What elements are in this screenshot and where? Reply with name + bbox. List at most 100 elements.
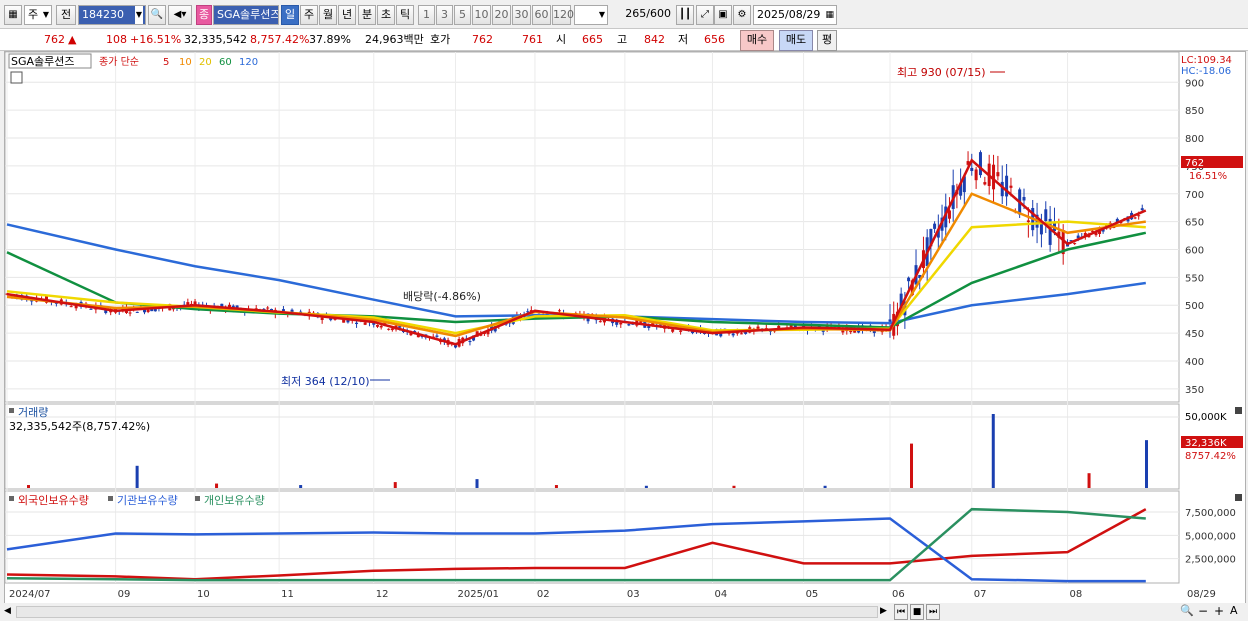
candle-body bbox=[557, 310, 561, 312]
search-icon[interactable]: 🔍 bbox=[148, 5, 166, 25]
stock-code-input[interactable]: 184230 ▼ bbox=[78, 5, 146, 25]
price-tick-label: 400 bbox=[1185, 357, 1204, 368]
candle-body bbox=[69, 306, 73, 308]
tab-second[interactable]: 초 bbox=[377, 5, 395, 25]
volume-value-label: 32,335,542주(8,757.42%) bbox=[9, 420, 150, 433]
period-5[interactable]: 5 bbox=[454, 5, 471, 25]
volume-bar bbox=[991, 414, 995, 488]
volume-value: 32,335,542 bbox=[184, 33, 247, 46]
plus-icon[interactable]: + bbox=[1214, 604, 1226, 618]
candle-body bbox=[888, 319, 892, 322]
candle-body bbox=[947, 210, 951, 219]
chevron-down-icon: ▼ bbox=[42, 10, 49, 19]
speaker-icon[interactable]: ◀▾ bbox=[168, 5, 192, 25]
volume-current-axis: 32,336K bbox=[1185, 438, 1227, 449]
font-size-icon[interactable]: A bbox=[1230, 604, 1242, 618]
calendar-icon: ▦ bbox=[825, 10, 834, 20]
candle-body bbox=[387, 328, 391, 330]
stock-name-field[interactable]: SGA솔루션즈 bbox=[213, 5, 279, 25]
candle-body bbox=[1044, 209, 1048, 222]
up-arrow-icon: ▲ bbox=[68, 33, 77, 46]
candle-body bbox=[89, 308, 93, 310]
volume-bar bbox=[27, 485, 30, 488]
period-custom-select[interactable]: ▼ bbox=[574, 5, 608, 25]
scroll-left-icon[interactable]: ◀ bbox=[4, 605, 14, 617]
close-panel-icon[interactable] bbox=[1235, 407, 1242, 414]
candle-body bbox=[1140, 208, 1144, 211]
candle-body bbox=[1073, 243, 1077, 245]
buy-button[interactable]: 매수 bbox=[740, 30, 774, 51]
candle-body bbox=[731, 333, 735, 336]
candle-body bbox=[627, 324, 631, 326]
tab-minute[interactable]: 분 bbox=[358, 5, 376, 25]
volume-title: 거래량 bbox=[18, 406, 48, 419]
price-change-pct: +16.51% bbox=[130, 33, 182, 46]
period-3[interactable]: 3 bbox=[436, 5, 453, 25]
pyeong-button[interactable]: 평 bbox=[817, 30, 837, 51]
gear-icon[interactable]: ⚙ bbox=[733, 5, 751, 25]
close-panel-icon[interactable] bbox=[1235, 494, 1242, 501]
chart-svg: 3504004505005506006507007508008509002,50… bbox=[4, 51, 1243, 600]
candle-body bbox=[907, 277, 911, 282]
grid-icon[interactable]: ▦ bbox=[4, 5, 22, 25]
count-display[interactable]: 265/600 bbox=[612, 5, 674, 25]
x-axis-label: 05 bbox=[806, 589, 819, 600]
count-total: /600 bbox=[646, 7, 671, 20]
sell-button[interactable]: 매도 bbox=[779, 30, 813, 51]
stop-icon[interactable]: ■ bbox=[910, 604, 924, 620]
price-panel bbox=[4, 51, 1180, 403]
volume-pct: 8,757.42% bbox=[250, 33, 310, 46]
zoom-icon[interactable]: 🔍 bbox=[1180, 604, 1194, 618]
period-10[interactable]: 10 bbox=[472, 5, 491, 25]
period-60[interactable]: 60 bbox=[532, 5, 551, 25]
candle-icon[interactable]: ┃┃ bbox=[676, 5, 694, 25]
candle-body bbox=[970, 167, 974, 172]
volume-bar bbox=[215, 483, 219, 488]
x-axis-label: 07 bbox=[974, 589, 987, 600]
period-120[interactable]: 120 bbox=[552, 5, 574, 25]
stock-code-value: 184230 bbox=[82, 8, 124, 21]
period-1[interactable]: 1 bbox=[418, 5, 435, 25]
tab-day[interactable]: 일 bbox=[281, 5, 299, 25]
first-icon[interactable]: ⏮ bbox=[894, 604, 908, 620]
period-20[interactable]: 20 bbox=[492, 5, 511, 25]
open-label: 시 bbox=[556, 33, 567, 46]
candle-body bbox=[1022, 196, 1026, 201]
prev-button[interactable]: 전 bbox=[56, 5, 76, 25]
main-select[interactable]: 주 ▼ bbox=[24, 5, 52, 25]
x-axis-label: 2024/07 bbox=[9, 589, 51, 600]
volume-bar bbox=[823, 485, 827, 488]
last-icon[interactable]: ⏭ bbox=[926, 604, 940, 620]
tab-week[interactable]: 주 bbox=[300, 5, 318, 25]
scroll-right-icon[interactable]: ▶ bbox=[880, 605, 890, 617]
candle-body bbox=[996, 172, 1000, 177]
hoga-label: 호가 bbox=[430, 33, 451, 46]
minus-icon[interactable]: − bbox=[1198, 604, 1210, 618]
volume-bar bbox=[644, 485, 648, 488]
table-icon[interactable] bbox=[10, 71, 23, 84]
annotation-low: 최저 364 (12/10) bbox=[281, 375, 370, 388]
x-axis-label: 08 bbox=[1070, 589, 1083, 600]
candle-body bbox=[849, 330, 853, 333]
period-30[interactable]: 30 bbox=[512, 5, 531, 25]
tab-tick[interactable]: 틱 bbox=[396, 5, 414, 25]
tab-month[interactable]: 월 bbox=[319, 5, 337, 25]
date-input[interactable]: 2025/08/29 ▦ bbox=[753, 5, 837, 25]
tab-year[interactable]: 년 bbox=[338, 5, 356, 25]
price-tick-label: 350 bbox=[1185, 385, 1204, 396]
candle-body bbox=[135, 311, 139, 313]
candle-body bbox=[978, 152, 982, 176]
line-tool-icon[interactable]: ⤢ bbox=[696, 5, 714, 25]
save-icon[interactable]: ▣ bbox=[714, 5, 732, 25]
scrollbar-track[interactable] bbox=[16, 606, 878, 618]
volume-bar bbox=[475, 479, 479, 488]
candle-body bbox=[379, 325, 383, 328]
holding-tick-label: 7,500,000 bbox=[1185, 508, 1236, 519]
current-pct-axis: 16.51% bbox=[1189, 171, 1227, 182]
bottom-bar: ◀ ▶ ⏮ ■ ⏭ 🔍 − + A bbox=[0, 603, 1248, 621]
main-select-value: 주 bbox=[28, 8, 39, 21]
volume-bar bbox=[732, 485, 736, 488]
candle-body bbox=[983, 182, 987, 185]
candle-body bbox=[355, 322, 359, 325]
price-tick-label: 900 bbox=[1185, 78, 1204, 89]
